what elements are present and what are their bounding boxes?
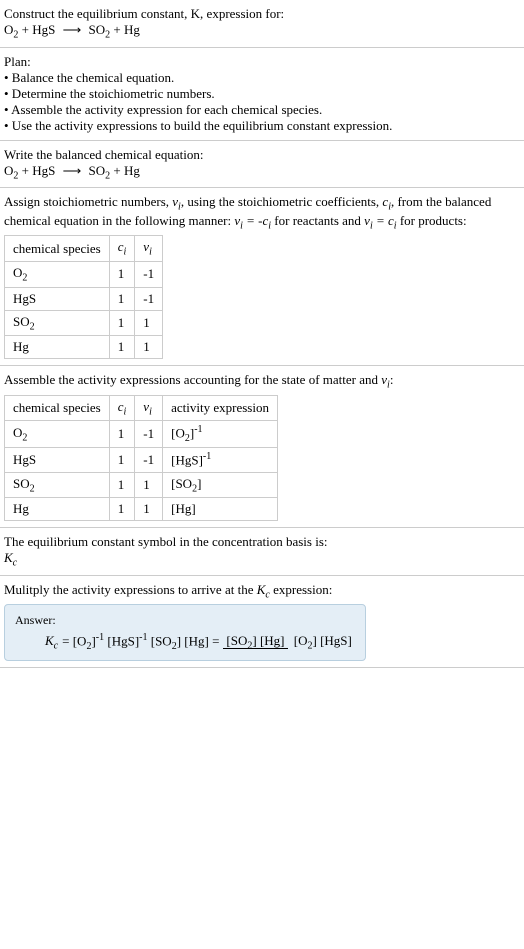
col-species: chemical species [5, 236, 110, 262]
kc-symbol: Kc [4, 550, 520, 569]
activity-text: Assemble the activity expressions accoun… [4, 372, 520, 391]
result-section: Mulitply the activity expressions to arr… [0, 576, 524, 669]
table-row: HgS 1 -1 [HgS]-1 [5, 448, 278, 472]
table-header-row: chemical species ci νi [5, 236, 163, 262]
table-row: O2 1 -1 [O2]-1 [5, 421, 278, 448]
reactant-2: HgS [32, 22, 55, 37]
stoich-text: Assign stoichiometric numbers, νi, using… [4, 194, 520, 231]
arrow-icon: ⟶ [63, 163, 82, 178]
table-row: SO2 1 1 [SO2] [5, 472, 278, 498]
answer-label: Answer: [15, 613, 355, 628]
table-row: SO2 1 1 [5, 310, 163, 336]
plan-item-3: • Assemble the activity expression for e… [4, 102, 520, 118]
symbol-text: The equilibrium constant symbol in the c… [4, 534, 520, 550]
table-row: Hg 1 1 [5, 336, 163, 359]
product-1: SO2 [89, 22, 111, 37]
product-2: Hg [124, 22, 140, 37]
plan-item-2: • Determine the stoichiometric numbers. [4, 86, 520, 102]
plan-heading: Plan: [4, 54, 520, 70]
balanced-heading: Write the balanced chemical equation: [4, 147, 520, 163]
prompt-section: Construct the equilibrium constant, K, e… [0, 0, 524, 48]
balanced-equation-section: Write the balanced chemical equation: O2… [0, 141, 524, 189]
activity-section: Assemble the activity expressions accoun… [0, 366, 524, 528]
answer-box: Answer: Kc = [O2]-1 [HgS]-1 [SO2] [Hg] =… [4, 604, 366, 661]
result-text: Mulitply the activity expressions to arr… [4, 582, 520, 601]
arrow-icon: ⟶ [63, 22, 82, 37]
table-header-row: chemical species ci νi activity expressi… [5, 395, 278, 421]
activity-table: chemical species ci νi activity expressi… [4, 395, 278, 521]
fraction: [SO2] [Hg] [O2] [HgS] [223, 633, 354, 652]
table-row: Hg 1 1 [Hg] [5, 498, 278, 521]
plan-item-4: • Use the activity expressions to build … [4, 118, 520, 134]
stoichiometric-section: Assign stoichiometric numbers, νi, using… [0, 188, 524, 366]
chemical-equation: O2 + HgS ⟶ SO2 + Hg [4, 22, 520, 41]
stoich-table: chemical species ci νi O2 1 -1 HgS 1 -1 … [4, 235, 163, 359]
kc-expression: Kc = [O2]-1 [HgS]-1 [SO2] [Hg] = [SO2] [… [15, 632, 355, 652]
col-vi: νi [135, 236, 163, 262]
symbol-section: The equilibrium constant symbol in the c… [0, 528, 524, 576]
table-row: O2 1 -1 [5, 261, 163, 287]
prompt-text: Construct the equilibrium constant, K, e… [4, 6, 520, 22]
table-row: HgS 1 -1 [5, 287, 163, 310]
plan-item-1: • Balance the chemical equation. [4, 70, 520, 86]
plan-section: Plan: • Balance the chemical equation. •… [0, 48, 524, 141]
col-ci: ci [109, 236, 135, 262]
reactant-1: O2 [4, 22, 18, 37]
balanced-equation: O2 + HgS ⟶ SO2 + Hg [4, 163, 520, 182]
